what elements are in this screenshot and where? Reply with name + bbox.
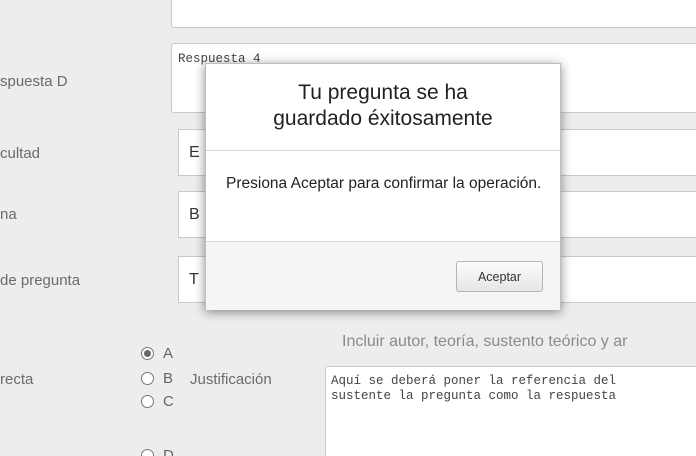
justificacion-textarea[interactable]: Aquí se deberá poner la referencia del s… [325, 366, 696, 456]
dialog-header-divider [206, 150, 560, 151]
justificacion-hint: Incluir autor, teoría, sustento teórico … [342, 333, 628, 350]
dialog-footer: Aceptar [206, 242, 560, 310]
tipo-pregunta-label: de pregunta [0, 272, 81, 289]
tema-value: B [189, 206, 200, 223]
radio-option-a[interactable]: A [141, 345, 173, 362]
page: spuesta D Respuesta 4 cultad E na B de p… [0, 0, 696, 456]
radio-option-d[interactable]: D [141, 447, 174, 456]
radio-b-label: B [163, 370, 174, 387]
justificacion-label: Justificación [190, 371, 272, 388]
radio-d-label: D [163, 447, 174, 456]
dialog-message: Presiona Aceptar para confirmar la opera… [226, 175, 542, 192]
justificacion-text-line2: sustente la pregunta como la respuesta [331, 389, 617, 403]
tipo-pregunta-value: T [189, 271, 199, 288]
justificacion-text-line1: Aquí se deberá poner la referencia del [331, 374, 617, 388]
dificultad-label: cultad [0, 145, 41, 162]
previous-answer-field[interactable] [171, 0, 696, 28]
respuesta-d-label: spuesta D [0, 73, 68, 90]
respuesta-correcta-label: recta [0, 371, 34, 388]
dialog-title-line1: Tu pregunta se ha [298, 81, 468, 104]
aceptar-button[interactable]: Aceptar [456, 261, 543, 292]
dialog-title-line2: guardado éxitosamente [273, 107, 493, 130]
radio-b-indicator[interactable] [141, 372, 154, 385]
radio-a-label: A [163, 345, 174, 362]
dialog-title: Tu pregunta se ha guardado éxitosamente [206, 80, 560, 132]
dificultad-value: E [189, 144, 200, 161]
radio-option-b[interactable]: B [141, 370, 173, 387]
tema-label: na [0, 206, 17, 223]
success-dialog: Tu pregunta se ha guardado éxitosamente … [205, 63, 561, 310]
radio-option-c[interactable]: C [141, 393, 174, 410]
radio-a-indicator[interactable] [141, 347, 154, 360]
radio-c-indicator[interactable] [141, 395, 154, 408]
radio-c-label: C [163, 393, 174, 410]
radio-d-indicator[interactable] [141, 449, 154, 456]
